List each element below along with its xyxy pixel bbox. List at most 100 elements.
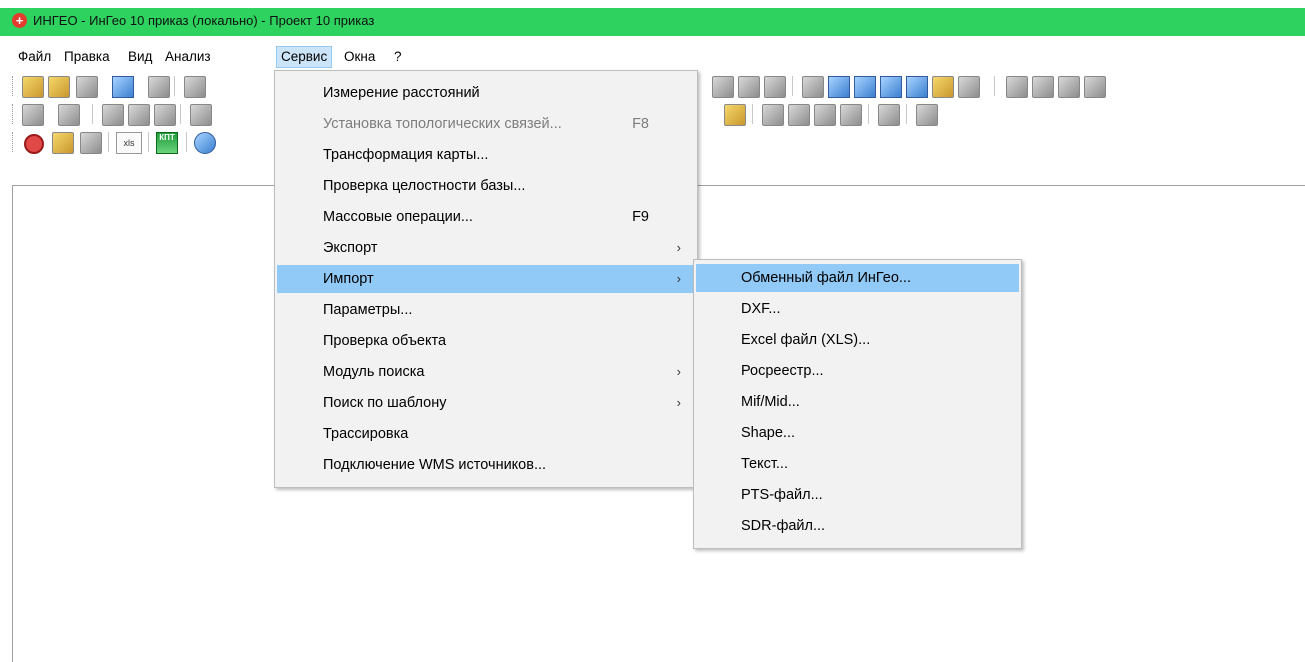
menu-view[interactable]: Вид (124, 47, 156, 67)
select-arrow-icon[interactable] (802, 76, 824, 98)
coordinates-icon[interactable] (184, 76, 206, 98)
menu-item-label: Импорт (323, 271, 374, 287)
menu-help[interactable]: ? (390, 47, 406, 67)
zoom-select-icon[interactable] (880, 76, 902, 98)
percent-icon[interactable] (80, 132, 102, 154)
grid-clear-icon[interactable] (1084, 76, 1106, 98)
menu-item-label: Текст... (741, 456, 788, 472)
import-item-excel[interactable]: Excel файл (XLS)... (696, 326, 1019, 354)
grid-select-icon[interactable] (1006, 76, 1028, 98)
menu-item-label: Массовые операции... (323, 209, 473, 225)
menu-item-label: Проверка объекта (323, 333, 447, 349)
select-layer-icon[interactable] (932, 76, 954, 98)
toolbar-separator (906, 104, 907, 124)
menu-item-check-db[interactable]: Проверка целостности базы... (277, 172, 695, 200)
app-icon: + (12, 13, 27, 28)
toolbar-grip[interactable] (12, 76, 16, 96)
menu-item-import[interactable]: Импорт › (277, 265, 695, 293)
import-item-dxf[interactable]: DXF... (696, 295, 1019, 323)
menu-item-label: Модуль поиска (323, 364, 425, 380)
print-icon[interactable] (148, 76, 170, 98)
intersect-icon[interactable] (788, 104, 810, 126)
edit-object-icon[interactable] (712, 76, 734, 98)
menu-item-measure-distance[interactable]: Измерение расстояний (277, 79, 695, 107)
toolbar-separator (180, 104, 181, 124)
copy-object-icon[interactable] (22, 104, 44, 126)
delete-node-icon[interactable] (154, 104, 176, 126)
cut-object-icon[interactable] (724, 104, 746, 126)
chevron-right-icon: › (676, 395, 681, 410)
toolbar-separator (108, 132, 109, 152)
layers-icon[interactable] (76, 76, 98, 98)
toolbar-separator (174, 76, 175, 96)
merge-icon[interactable] (102, 104, 124, 126)
menu-item-label: Росреестр... (741, 363, 824, 379)
preview-icon[interactable] (112, 76, 134, 98)
document-icon[interactable] (764, 76, 786, 98)
menu-item-tracing[interactable]: Трассировка (277, 420, 695, 448)
chevron-right-icon: › (676, 364, 681, 379)
search-icon[interactable] (194, 132, 216, 154)
select-polygon-icon[interactable] (906, 76, 928, 98)
grid-deselect-icon[interactable] (1032, 76, 1054, 98)
import-item-rosreestr[interactable]: Росреестр... (696, 357, 1019, 385)
menu-item-check-object[interactable]: Проверка объекта (277, 327, 695, 355)
split-icon[interactable] (128, 104, 150, 126)
import-submenu: Обменный файл ИнГео... DXF... Excel файл… (693, 259, 1022, 549)
kpt-download-icon[interactable]: КПТ (156, 132, 178, 154)
grid-icon[interactable] (916, 104, 938, 126)
menu-item-search-module[interactable]: Модуль поиска › (277, 358, 695, 386)
xls-icon[interactable]: xls (116, 132, 142, 154)
menu-item-label: Mif/Mid... (741, 394, 800, 410)
menu-file[interactable]: Файл (14, 47, 55, 67)
difference-icon[interactable] (814, 104, 836, 126)
menu-item-shortcut: F9 (632, 209, 649, 225)
import-item-shape[interactable]: Shape... (696, 419, 1019, 447)
move-object-icon[interactable] (58, 104, 80, 126)
import-item-sdr[interactable]: SDR-файл... (696, 512, 1019, 540)
toolbar-separator (752, 104, 753, 124)
open-project-icon[interactable] (22, 76, 44, 98)
menu-item-wms[interactable]: Подключение WMS источников... (277, 451, 695, 479)
menu-service[interactable]: Сервис (276, 46, 333, 68)
import-item-mif-mid[interactable]: Mif/Mid... (696, 388, 1019, 416)
menu-item-label: PTS-файл... (741, 487, 823, 503)
chevron-right-icon: › (676, 271, 681, 286)
menu-item-transform-map[interactable]: Трансформация карты... (277, 141, 695, 169)
xor-icon[interactable] (840, 104, 862, 126)
menu-item-label: Проверка целостности базы... (323, 178, 526, 194)
menu-item-template-search[interactable]: Поиск по шаблону › (277, 389, 695, 417)
toolbar-grip[interactable] (12, 132, 16, 152)
menu-item-label: Shape... (741, 425, 796, 441)
import-item-text[interactable]: Текст... (696, 450, 1019, 478)
menu-bar: Файл Правка Вид Анализ Сервис Окна ? (0, 44, 1305, 70)
menu-analysis[interactable]: Анализ (161, 47, 215, 67)
menu-item-parameters[interactable]: Параметры... (277, 296, 695, 324)
select-help-icon[interactable] (828, 76, 850, 98)
menu-item-export[interactable]: Экспорт › (277, 234, 695, 262)
import-item-pts[interactable]: PTS-файл... (696, 481, 1019, 509)
menu-item-label: Экспорт (323, 240, 378, 256)
line-tool-icon[interactable] (878, 104, 900, 126)
menu-item-mass-ops[interactable]: Массовые операции... F9 (277, 203, 695, 231)
grid-invert-icon[interactable] (1058, 76, 1080, 98)
menu-item-label: Поиск по шаблону (323, 395, 447, 411)
transform-icon[interactable] (190, 104, 212, 126)
toolbar-separator (994, 76, 995, 96)
menu-item-label: Измерение расстояний (323, 85, 480, 101)
menu-edit[interactable]: Правка (60, 47, 114, 67)
workspace-border (12, 185, 13, 662)
table-yellow-icon[interactable] (52, 132, 74, 154)
menu-item-label: SDR-файл... (741, 518, 826, 534)
cancel-red-icon[interactable] (24, 134, 44, 154)
select-rect-icon[interactable] (854, 76, 876, 98)
import-item-ingeo-exchange[interactable]: Обменный файл ИнГео... (696, 264, 1019, 292)
toolbar-grip[interactable] (12, 104, 16, 124)
filter-icon[interactable] (738, 76, 760, 98)
menu-item-shortcut: F8 (632, 116, 649, 132)
union-icon[interactable] (762, 104, 784, 126)
menu-item-label: Обменный файл ИнГео... (741, 270, 911, 286)
fill-icon[interactable] (958, 76, 980, 98)
save-project-icon[interactable] (48, 76, 70, 98)
menu-windows[interactable]: Окна (340, 47, 379, 67)
